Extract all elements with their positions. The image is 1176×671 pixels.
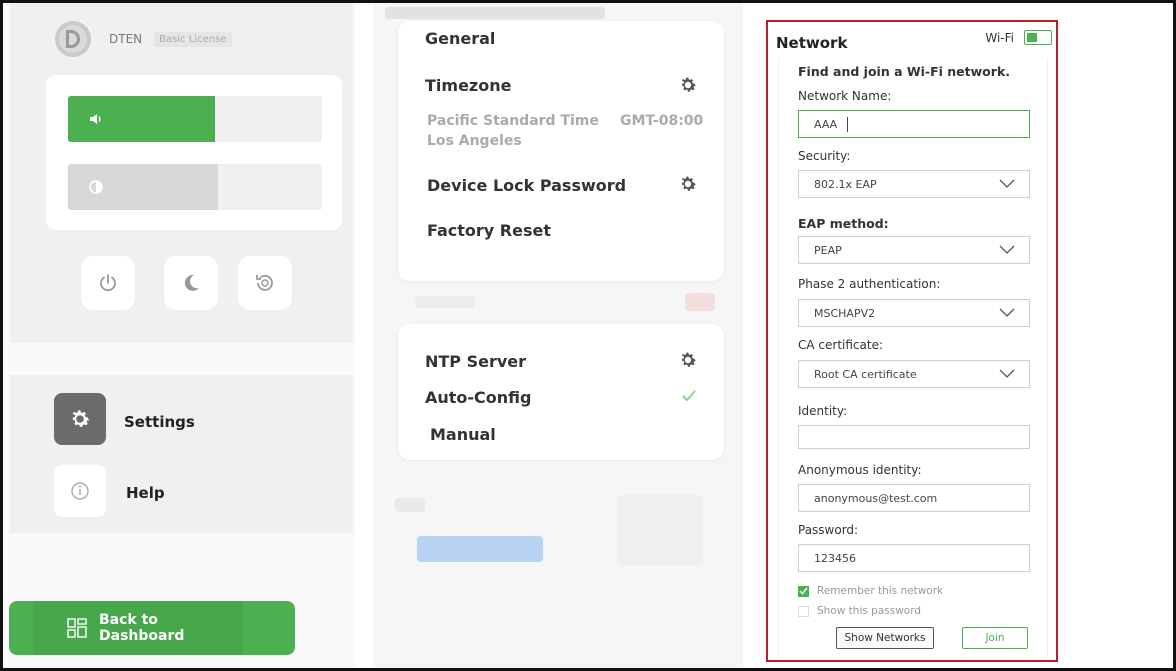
restart-button[interactable] [238, 256, 292, 310]
join-button[interactable]: Join [962, 627, 1028, 649]
sidebar-item-settings[interactable] [54, 393, 106, 445]
blurred-toggle [685, 293, 715, 311]
network-name-input[interactable]: AAA [798, 110, 1030, 138]
sidebar-item-help[interactable] [54, 465, 106, 517]
eap-method-select[interactable]: PEAP [798, 236, 1030, 264]
speaker-icon [90, 114, 101, 124]
show-password-checkbox[interactable] [798, 605, 809, 617]
timezone-title: Timezone [425, 76, 512, 95]
show-password-row[interactable]: Show this password [798, 605, 921, 617]
remember-network-label: Remember this network [817, 585, 944, 597]
ca-certificate-select[interactable]: Root CA certificate [798, 360, 1030, 388]
sidebar-item-settings-label[interactable]: Settings [124, 413, 195, 431]
blurred-panel [617, 495, 703, 565]
dten-logo-icon [55, 21, 91, 57]
phase2-select[interactable]: MSCHAPV2 [798, 299, 1030, 327]
factory-reset-title[interactable]: Factory Reset [427, 221, 551, 240]
general-card: General Timezone Pacific Standard Time L… [398, 21, 724, 281]
general-title: General [425, 29, 496, 48]
phase2-value: MSCHAPV2 [814, 306, 876, 320]
password-label: Password: [798, 523, 859, 537]
timezone-offset: GMT-08:00 [620, 113, 704, 129]
wifi-toggle[interactable] [1024, 30, 1052, 45]
checkbox-check-icon [799, 587, 808, 595]
ntp-manual-option[interactable]: Manual [430, 425, 496, 444]
power-button[interactable] [81, 256, 135, 310]
eap-method-value: PEAP [814, 243, 842, 257]
blurred-button [417, 536, 543, 562]
brand-row: DTEN Basic License [55, 21, 232, 57]
identity-input[interactable] [798, 425, 1030, 449]
wifi-row: Wi-Fi [985, 30, 1052, 45]
password-input[interactable]: 123456 [798, 544, 1030, 572]
timezone-city: Los Angeles [427, 133, 522, 149]
network-name-value: AAA [814, 117, 838, 131]
password-value: 123456 [814, 551, 856, 565]
ca-certificate-label: CA certificate: [798, 338, 883, 352]
security-label: Security: [798, 149, 851, 163]
moon-icon [184, 274, 199, 291]
ntp-card: NTP Server Auto-Config Manual [398, 324, 724, 460]
back-to-dashboard-label: Back to Dashboard [99, 612, 185, 644]
ntp-auto-config-option[interactable]: Auto-Config [425, 388, 532, 407]
chevron-down-icon [999, 245, 1015, 254]
dashboard-icon [67, 618, 87, 638]
power-icon [100, 274, 116, 292]
restart-icon [256, 275, 273, 291]
security-select[interactable]: 802.1x EAP [798, 170, 1030, 198]
anonymous-identity-value: anonymous@test.com [814, 491, 938, 505]
sleep-button[interactable] [164, 256, 218, 310]
blurred-label [415, 296, 475, 308]
device-lock-gear-icon[interactable] [677, 173, 699, 195]
show-password-label: Show this password [817, 605, 922, 617]
timezone-gear-icon[interactable] [677, 74, 699, 96]
license-badge: Basic License [154, 31, 232, 47]
ntp-gear-icon[interactable] [677, 349, 699, 371]
blurred-text [395, 498, 425, 512]
chevron-down-icon [999, 369, 1015, 378]
settings-content: General Timezone Pacific Standard Time L… [373, 3, 743, 668]
show-networks-button[interactable]: Show Networks [836, 627, 934, 649]
remember-network-row[interactable]: Remember this network [798, 585, 943, 597]
eap-method-label: EAP method: [798, 216, 889, 231]
wifi-label: Wi-Fi [985, 30, 1014, 45]
security-value: 802.1x EAP [814, 177, 877, 191]
brightness-slider[interactable] [68, 164, 322, 210]
gear-icon [72, 410, 90, 427]
network-name-label: Network Name: [798, 89, 892, 103]
blurred-header [385, 7, 605, 19]
anonymous-identity-input[interactable]: anonymous@test.com [798, 484, 1030, 512]
find-network-heading: Find and join a Wi-Fi network. [798, 64, 1010, 79]
slider-card [46, 75, 342, 230]
anonymous-identity-label: Anonymous identity: [798, 463, 922, 477]
brightness-icon [89, 180, 103, 194]
back-to-dashboard-button[interactable]: Back to Dashboard [9, 601, 295, 655]
ca-certificate-value: Root CA certificate [814, 367, 917, 381]
network-title: Network [776, 34, 848, 52]
device-lock-title[interactable]: Device Lock Password [427, 176, 626, 195]
device-controls-panel: DTEN Basic License [10, 3, 353, 343]
remember-network-checkbox[interactable] [798, 585, 809, 597]
chevron-down-icon [999, 308, 1015, 317]
volume-slider[interactable] [68, 96, 322, 142]
identity-label: Identity: [798, 404, 848, 418]
phase2-label: Phase 2 authentication: [798, 277, 941, 291]
sidebar: DTEN Basic License Settings Help Back to… [3, 3, 355, 668]
info-icon [71, 482, 89, 500]
text-caret [847, 116, 849, 132]
ntp-title: NTP Server [425, 352, 527, 371]
chevron-down-icon [999, 179, 1015, 188]
nav-panel: Settings Help [10, 375, 353, 533]
toggle-knob [1027, 33, 1037, 42]
sidebar-item-help-label[interactable]: Help [126, 484, 165, 502]
timezone-name: Pacific Standard Time [427, 113, 599, 129]
brand-name: DTEN [109, 32, 143, 46]
network-panel: Network Wi-Fi Find and join a Wi-Fi netw… [766, 20, 1058, 662]
checkmark-icon [682, 390, 696, 402]
